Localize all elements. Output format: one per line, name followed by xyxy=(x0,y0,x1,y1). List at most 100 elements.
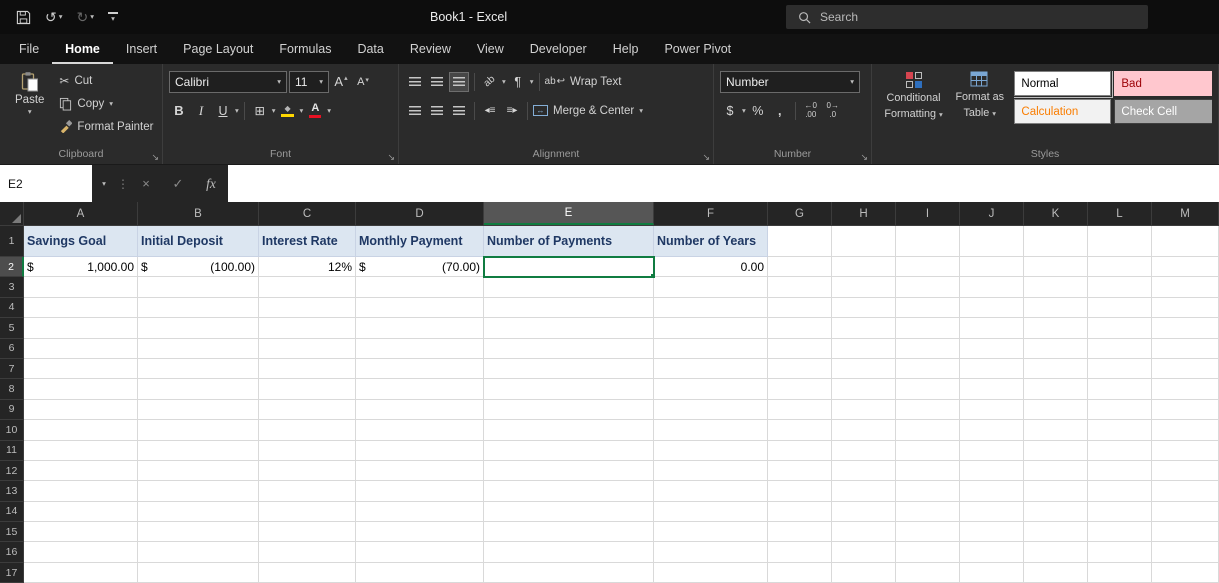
italic-button[interactable]: I xyxy=(191,101,211,121)
increase-indent-button[interactable]: ≡▸ xyxy=(502,101,522,121)
cell-L16[interactable] xyxy=(1088,542,1152,563)
cell-K9[interactable] xyxy=(1024,399,1088,421)
cancel-button[interactable]: × xyxy=(130,165,162,202)
cell-A13[interactable] xyxy=(24,481,138,502)
cell-G3[interactable] xyxy=(768,277,832,298)
cell-D8[interactable] xyxy=(356,379,484,400)
borders-dropdown-icon[interactable]: ▾ xyxy=(272,107,276,115)
copy-dropdown-icon[interactable]: ▾ xyxy=(109,100,113,108)
cell-J9[interactable] xyxy=(960,399,1024,421)
text-direction-button[interactable]: ¶ xyxy=(508,72,528,92)
cell-H6[interactable] xyxy=(832,338,896,359)
style-bad[interactable]: Bad xyxy=(1114,71,1212,96)
cell-G11[interactable] xyxy=(768,440,832,461)
cell-K5[interactable] xyxy=(1024,318,1088,339)
cell-G17[interactable] xyxy=(768,562,832,583)
cell-D15[interactable] xyxy=(356,522,484,543)
cell-J16[interactable] xyxy=(960,542,1024,563)
tab-formulas[interactable]: Formulas xyxy=(266,34,344,64)
cell-B12[interactable] xyxy=(138,460,259,482)
row-header-3[interactable]: 3 xyxy=(0,277,24,298)
cell-D13[interactable] xyxy=(356,481,484,502)
cell-M5[interactable] xyxy=(1152,318,1219,339)
search-box[interactable]: Search xyxy=(786,5,1148,29)
column-header-D[interactable]: D xyxy=(356,202,484,225)
redo-button[interactable]: ↻ ▾ xyxy=(71,0,101,34)
cell-J13[interactable] xyxy=(960,481,1024,502)
cell-B1[interactable]: Initial Deposit xyxy=(138,226,259,257)
cell-H8[interactable] xyxy=(832,379,896,400)
merge-center-dropdown-icon[interactable]: ▾ xyxy=(639,107,643,115)
cell-L6[interactable] xyxy=(1088,338,1152,359)
cell-L13[interactable] xyxy=(1088,481,1152,502)
cell-J8[interactable] xyxy=(960,379,1024,400)
cell-L2[interactable] xyxy=(1088,257,1152,278)
row-header-11[interactable]: 11 xyxy=(0,440,24,461)
style-check-cell[interactable]: Check Cell xyxy=(1114,99,1212,124)
customize-quick-access-button[interactable]: ▾ xyxy=(102,0,124,34)
cell-L4[interactable] xyxy=(1088,297,1152,319)
cell-G8[interactable] xyxy=(768,379,832,400)
accounting-format-dropdown-icon[interactable]: ▾ xyxy=(742,107,746,115)
cell-K3[interactable] xyxy=(1024,277,1088,298)
cell-J6[interactable] xyxy=(960,338,1024,359)
tab-power-pivot[interactable]: Power Pivot xyxy=(651,34,744,64)
cell-A7[interactable] xyxy=(24,358,138,380)
row-header-10[interactable]: 10 xyxy=(0,420,24,441)
cell-I14[interactable] xyxy=(896,501,960,523)
cell-M12[interactable] xyxy=(1152,460,1219,482)
cell-B6[interactable] xyxy=(138,338,259,359)
top-align-button[interactable] xyxy=(405,72,425,92)
cell-G16[interactable] xyxy=(768,542,832,563)
cell-C12[interactable] xyxy=(259,460,356,482)
cell-M16[interactable] xyxy=(1152,542,1219,563)
align-center-button[interactable] xyxy=(427,101,447,121)
bottom-align-button[interactable] xyxy=(449,71,469,92)
cell-C2[interactable]: 12% xyxy=(259,257,356,278)
cell-K14[interactable] xyxy=(1024,501,1088,523)
cell-M1[interactable] xyxy=(1152,226,1219,257)
column-header-B[interactable]: B xyxy=(138,202,259,225)
paste-dropdown-icon[interactable]: ▾ xyxy=(28,108,32,116)
cell-L11[interactable] xyxy=(1088,440,1152,461)
cell-M4[interactable] xyxy=(1152,297,1219,319)
cell-D7[interactable] xyxy=(356,358,484,380)
cell-H15[interactable] xyxy=(832,522,896,543)
accounting-format-button[interactable]: $ xyxy=(720,101,740,121)
alignment-dialog-launcher-icon[interactable]: ↘ xyxy=(702,153,710,162)
wrap-text-button[interactable]: ab ↩ Wrap Text xyxy=(545,72,622,91)
font-color-dropdown-icon[interactable]: ▾ xyxy=(327,107,331,115)
copy-button[interactable]: Copy ▾ xyxy=(59,94,153,113)
cell-E4[interactable] xyxy=(484,297,654,319)
cell-C11[interactable] xyxy=(259,440,356,461)
cell-F13[interactable] xyxy=(654,481,768,502)
row-header-5[interactable]: 5 xyxy=(0,318,24,339)
cell-F10[interactable] xyxy=(654,420,768,441)
cell-C17[interactable] xyxy=(259,562,356,583)
cell-F2[interactable]: 0.00 xyxy=(654,257,768,278)
row-header-16[interactable]: 16 xyxy=(0,542,24,563)
cell-J11[interactable] xyxy=(960,440,1024,461)
tab-data[interactable]: Data xyxy=(344,34,396,64)
column-header-G[interactable]: G xyxy=(768,202,832,225)
cell-D6[interactable] xyxy=(356,338,484,359)
undo-dropdown-icon[interactable]: ▾ xyxy=(59,13,63,21)
align-right-button[interactable] xyxy=(449,101,469,121)
row-header-9[interactable]: 9 xyxy=(0,399,24,421)
orientation-button[interactable]: ab xyxy=(480,72,500,92)
cell-I12[interactable] xyxy=(896,460,960,482)
cell-G2[interactable] xyxy=(768,257,832,278)
cell-I9[interactable] xyxy=(896,399,960,421)
cell-J15[interactable] xyxy=(960,522,1024,543)
cell-M9[interactable] xyxy=(1152,399,1219,421)
column-header-I[interactable]: I xyxy=(896,202,960,225)
cell-C6[interactable] xyxy=(259,338,356,359)
save-button[interactable] xyxy=(10,0,37,34)
cell-G10[interactable] xyxy=(768,420,832,441)
cell-K15[interactable] xyxy=(1024,522,1088,543)
cell-E1[interactable]: Number of Payments xyxy=(484,226,654,257)
cell-E10[interactable] xyxy=(484,420,654,441)
cell-D1[interactable]: Monthly Payment xyxy=(356,226,484,257)
cell-J5[interactable] xyxy=(960,318,1024,339)
cell-A4[interactable] xyxy=(24,297,138,319)
